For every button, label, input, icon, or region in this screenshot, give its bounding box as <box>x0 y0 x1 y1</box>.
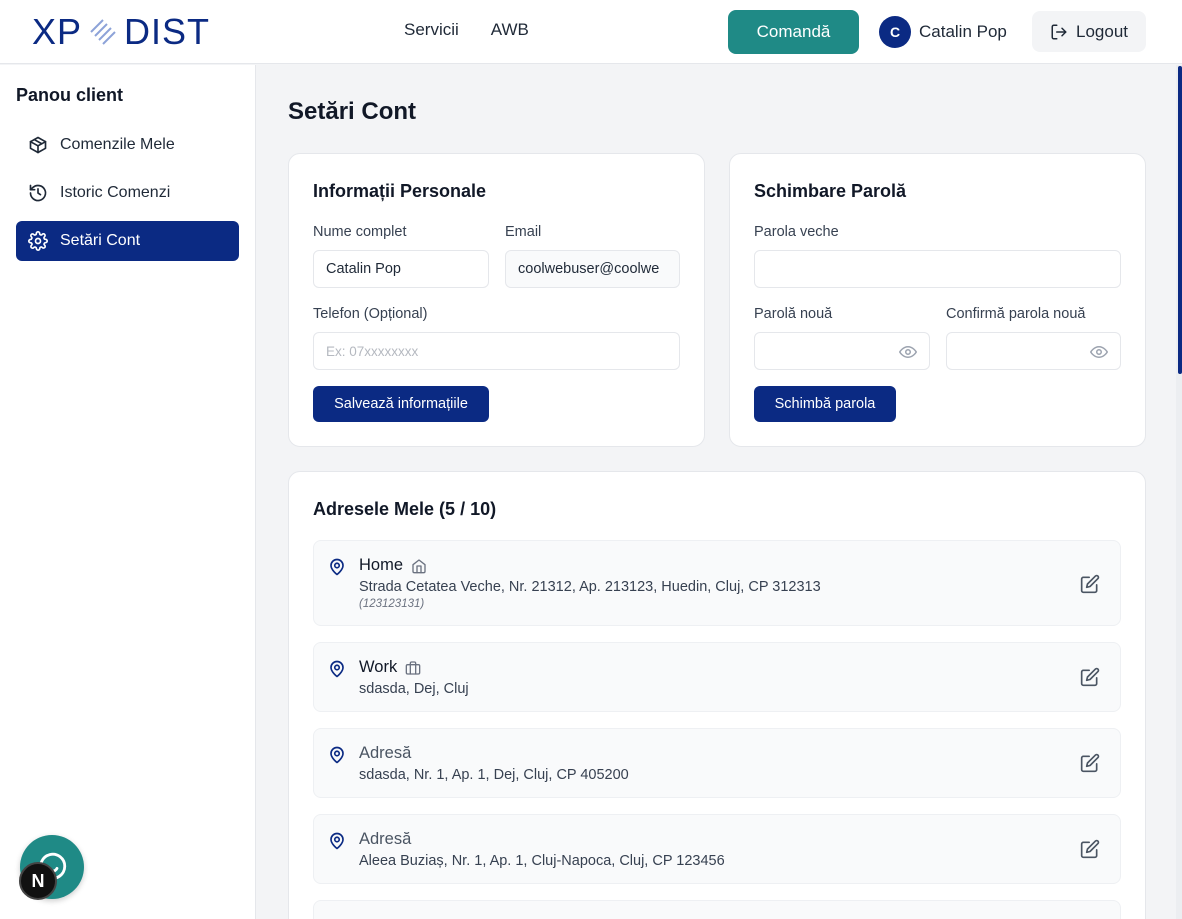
page-title: Setări Cont <box>288 98 417 125</box>
personal-info-title: Informații Personale <box>313 181 487 201</box>
sidebar-item-setari-cont[interactable]: Setări Cont <box>16 221 239 261</box>
history-icon <box>29 184 47 202</box>
top-navbar: XP DIST Servicii AWB Comandă C Catalin P… <box>0 0 1182 64</box>
logo-text-left: XP <box>32 11 83 52</box>
user-menu[interactable]: C Catalin Pop <box>879 16 1007 48</box>
edit-icon[interactable] <box>1080 574 1100 594</box>
main-nav: Servicii AWB <box>404 20 529 40</box>
phone-placeholder: Ex: 07xxxxxxxx <box>326 343 419 359</box>
email-value: coolwebuser@coolwe <box>518 261 660 277</box>
address-name: Adresă <box>359 830 411 849</box>
logo-text-right: DIST <box>124 11 211 52</box>
sidebar-item-label: Comenzile Mele <box>60 136 175 153</box>
edit-icon[interactable] <box>1080 753 1100 773</box>
confirm-password-label: Confirmă parola nouă <box>946 306 1086 322</box>
edit-icon[interactable] <box>1080 667 1100 687</box>
phone-field[interactable]: Ex: 07xxxxxxxx <box>313 332 680 370</box>
address-line: sdasda, Dej, Cluj <box>359 681 469 697</box>
confirm-password-field[interactable] <box>946 332 1121 370</box>
dev-tools-badge[interactable]: N <box>19 862 57 900</box>
user-name: Catalin Pop <box>919 22 1007 41</box>
address-item[interactable]: Work sdasda, Dej, Cluj <box>313 642 1121 712</box>
email-field[interactable]: coolwebuser@coolwe <box>505 250 680 288</box>
new-password-field[interactable] <box>754 332 930 370</box>
change-password-button[interactable]: Schimbă parola <box>754 386 896 422</box>
address-name-text: Adresă <box>359 830 412 848</box>
address-name-text: Work <box>359 658 398 676</box>
briefcase-icon <box>405 660 421 675</box>
map-pin-icon <box>330 832 344 850</box>
email-label: Email <box>505 224 542 240</box>
nav-link-awb[interactable]: AWB <box>491 20 529 40</box>
home-icon <box>412 558 426 573</box>
avatar: C <box>879 16 911 48</box>
old-password-label: Parola veche <box>754 224 839 240</box>
password-title: Schimbare Parolă <box>754 181 907 201</box>
name-value: Catalin Pop <box>326 261 401 277</box>
address-item[interactable]: Adresă Aleea Buziaș, Nr. 1, Ap. 1, Cluj-… <box>313 814 1121 884</box>
nav-link-servicii[interactable]: Servicii <box>404 20 459 40</box>
sidebar-item-label: Setări Cont <box>60 232 141 249</box>
sidebar-item-istoric-comenzi[interactable]: Istoric Comenzi <box>16 173 239 213</box>
address-line: Strada Cetatea Veche, Nr. 21312, Ap. 213… <box>359 579 821 595</box>
address-item[interactable]: Home Strada Cetatea Veche, Nr. 21312, Ap… <box>313 540 1121 626</box>
order-button[interactable]: Comandă <box>728 10 859 54</box>
address-name: Adresă <box>359 744 411 763</box>
new-password-label: Parolă nouă <box>754 306 833 322</box>
addresses-title: Adresele Mele (5 / 10) <box>313 499 497 519</box>
scrollbar-thumb[interactable] <box>1178 66 1182 374</box>
logo-mark-icon <box>90 19 116 45</box>
phone-label: Telefon (Opțional) <box>313 306 428 322</box>
logo[interactable]: XP DIST <box>32 11 211 52</box>
address-name-text: Adresă <box>359 744 412 762</box>
sidebar-item-label: Istoric Comenzi <box>60 184 171 201</box>
address-name: Home <box>359 556 427 575</box>
address-line: sdasda, Nr. 1, Ap. 1, Dej, Cluj, CP 4052… <box>359 767 629 783</box>
map-pin-icon <box>330 660 344 678</box>
save-info-button[interactable]: Salvează informațiile <box>313 386 489 422</box>
address-line: Aleea Buziaș, Nr. 1, Ap. 1, Cluj-Napoca,… <box>359 853 725 869</box>
address-name-text: Home <box>359 556 404 574</box>
eye-icon[interactable] <box>899 343 917 361</box>
map-pin-icon <box>330 746 344 764</box>
eye-icon[interactable] <box>1090 343 1108 361</box>
address-note: (123123131) <box>359 598 425 610</box>
address-name: Work <box>359 658 421 677</box>
gear-icon <box>28 231 48 251</box>
sidebar: Panou client Comenzile Mele Istoric Come… <box>0 65 256 919</box>
address-item[interactable]: Adresă sdasda, Nr. 1, Ap. 1, Dej, Cluj, … <box>313 728 1121 798</box>
edit-icon[interactable] <box>1080 839 1100 859</box>
address-item[interactable] <box>313 900 1121 919</box>
name-field[interactable]: Catalin Pop <box>313 250 489 288</box>
old-password-field[interactable] <box>754 250 1121 288</box>
package-icon <box>29 136 47 154</box>
map-pin-icon <box>330 558 344 576</box>
sidebar-item-comenzile-mele[interactable]: Comenzile Mele <box>16 125 239 165</box>
name-label: Nume complet <box>313 224 407 240</box>
sidebar-title: Panou client <box>16 85 124 105</box>
logout-label: Logout <box>1076 21 1128 41</box>
logout-button[interactable]: Logout <box>1032 11 1146 52</box>
logout-icon <box>1051 24 1067 39</box>
